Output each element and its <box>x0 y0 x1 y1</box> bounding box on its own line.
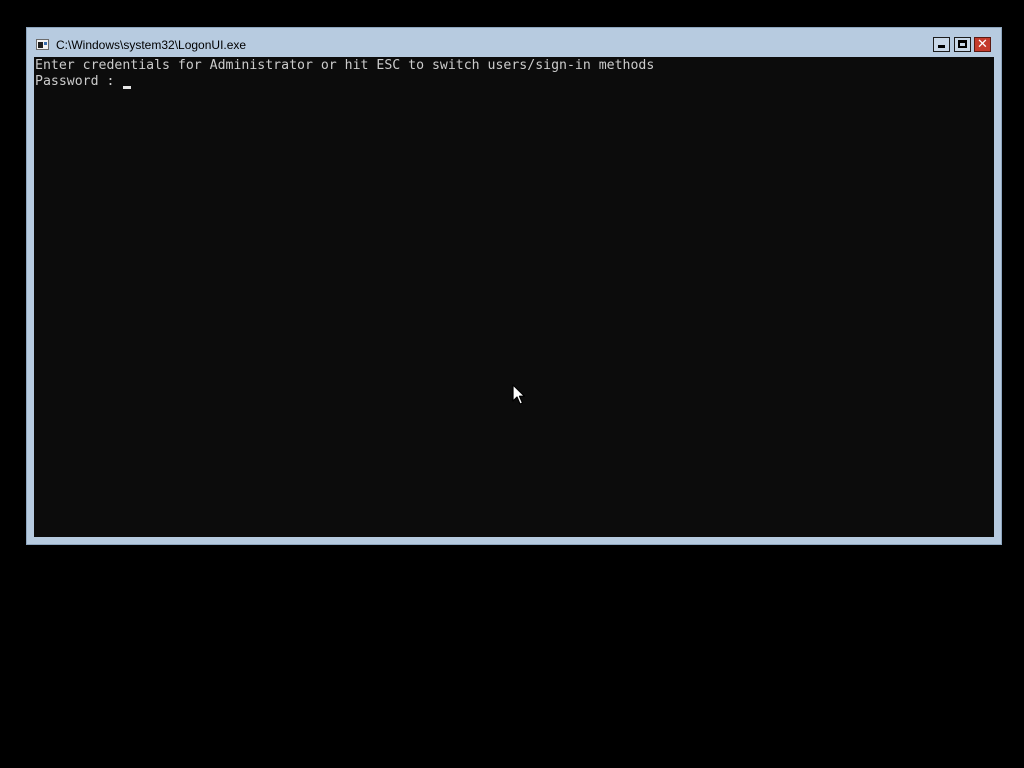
mouse-pointer-icon <box>512 384 526 405</box>
app-icon-screen <box>38 42 43 48</box>
minimize-button[interactable] <box>933 37 950 52</box>
minimize-icon <box>938 45 945 48</box>
close-button[interactable]: ✕ <box>974 37 991 52</box>
maximize-icon <box>958 40 967 48</box>
maximize-button[interactable] <box>954 37 971 52</box>
text-cursor <box>123 86 131 89</box>
console-window[interactable]: C:\Windows\system32\LogonUI.exe ✕ Enter … <box>26 27 1002 545</box>
window-title: C:\Windows\system32\LogonUI.exe <box>56 38 247 52</box>
app-icon-accent <box>44 42 47 45</box>
password-prompt-label: Password : <box>35 74 123 89</box>
title-bar[interactable]: C:\Windows\system32\LogonUI.exe ✕ <box>27 28 1001 57</box>
console-output-area[interactable]: Enter credentials for Administrator or h… <box>34 57 994 537</box>
desktop-background: C:\Windows\system32\LogonUI.exe ✕ Enter … <box>0 0 1024 768</box>
close-icon: ✕ <box>977 37 988 52</box>
console-app-icon <box>36 39 49 50</box>
credentials-prompt: Enter credentials for Administrator or h… <box>35 58 655 73</box>
